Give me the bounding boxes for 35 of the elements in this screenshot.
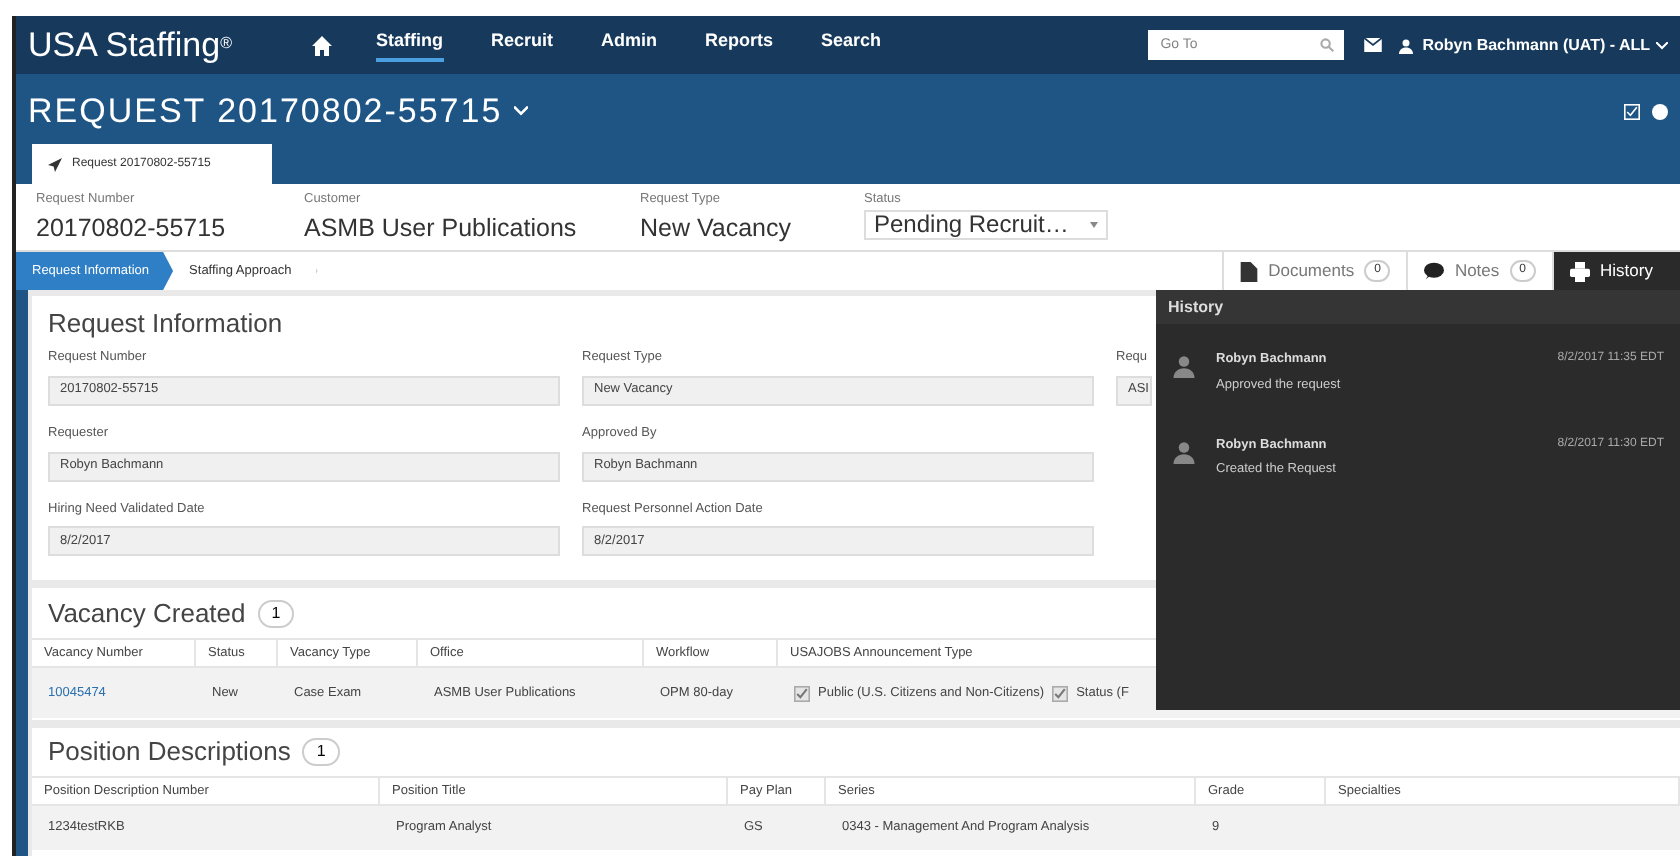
logo[interactable]: USA Staffing$^{®}$ [28, 19, 232, 71]
speech-bubble-icon [1424, 262, 1445, 280]
printer-icon [1570, 261, 1590, 281]
document-icon [1240, 261, 1259, 281]
user-icon [1172, 354, 1196, 378]
caret-icon [1090, 221, 1098, 228]
paper-plane-icon [48, 157, 62, 171]
user-icon [1172, 439, 1196, 463]
section-title: Position Descriptions [48, 734, 291, 771]
panel-title: History [1156, 290, 1680, 324]
section-title: Request Information [48, 308, 283, 338]
mail-icon[interactable] [1364, 38, 1383, 52]
summary-value: 20170802-55715 [36, 211, 228, 246]
nav-link[interactable]: Search [821, 28, 882, 62]
summary-value: ASMB User Publications [304, 211, 579, 246]
home-icon[interactable] [312, 35, 332, 55]
nav-link[interactable]: Admin [601, 28, 658, 62]
caret-icon[interactable] [1656, 41, 1668, 49]
status-dropdown[interactable]: Pending Recruit… [864, 209, 1108, 240]
user-icon [1398, 37, 1415, 53]
search-icon [1320, 38, 1335, 52]
user-menu[interactable]: Robyn Bachmann (UAT) - ALL [1422, 33, 1650, 57]
count-badge: 1 [302, 738, 340, 766]
checkbox[interactable] [794, 685, 810, 701]
checkbox-icon[interactable] [1624, 103, 1640, 120]
side-tab[interactable]: History [1552, 252, 1680, 290]
summary-value: New Vacancy [640, 211, 793, 246]
nav-link[interactable]: Reports [705, 28, 774, 62]
nav-link[interactable]: Recruit [491, 28, 554, 62]
chevron-down-icon[interactable] [514, 106, 529, 117]
nav-link[interactable]: Staffing [376, 28, 443, 62]
count-badge: 1 [257, 599, 295, 627]
section-title: Vacancy Created [48, 595, 246, 632]
checkbox[interactable] [1052, 685, 1069, 701]
page-title: REQUEST 20170802-55715 [28, 90, 503, 134]
